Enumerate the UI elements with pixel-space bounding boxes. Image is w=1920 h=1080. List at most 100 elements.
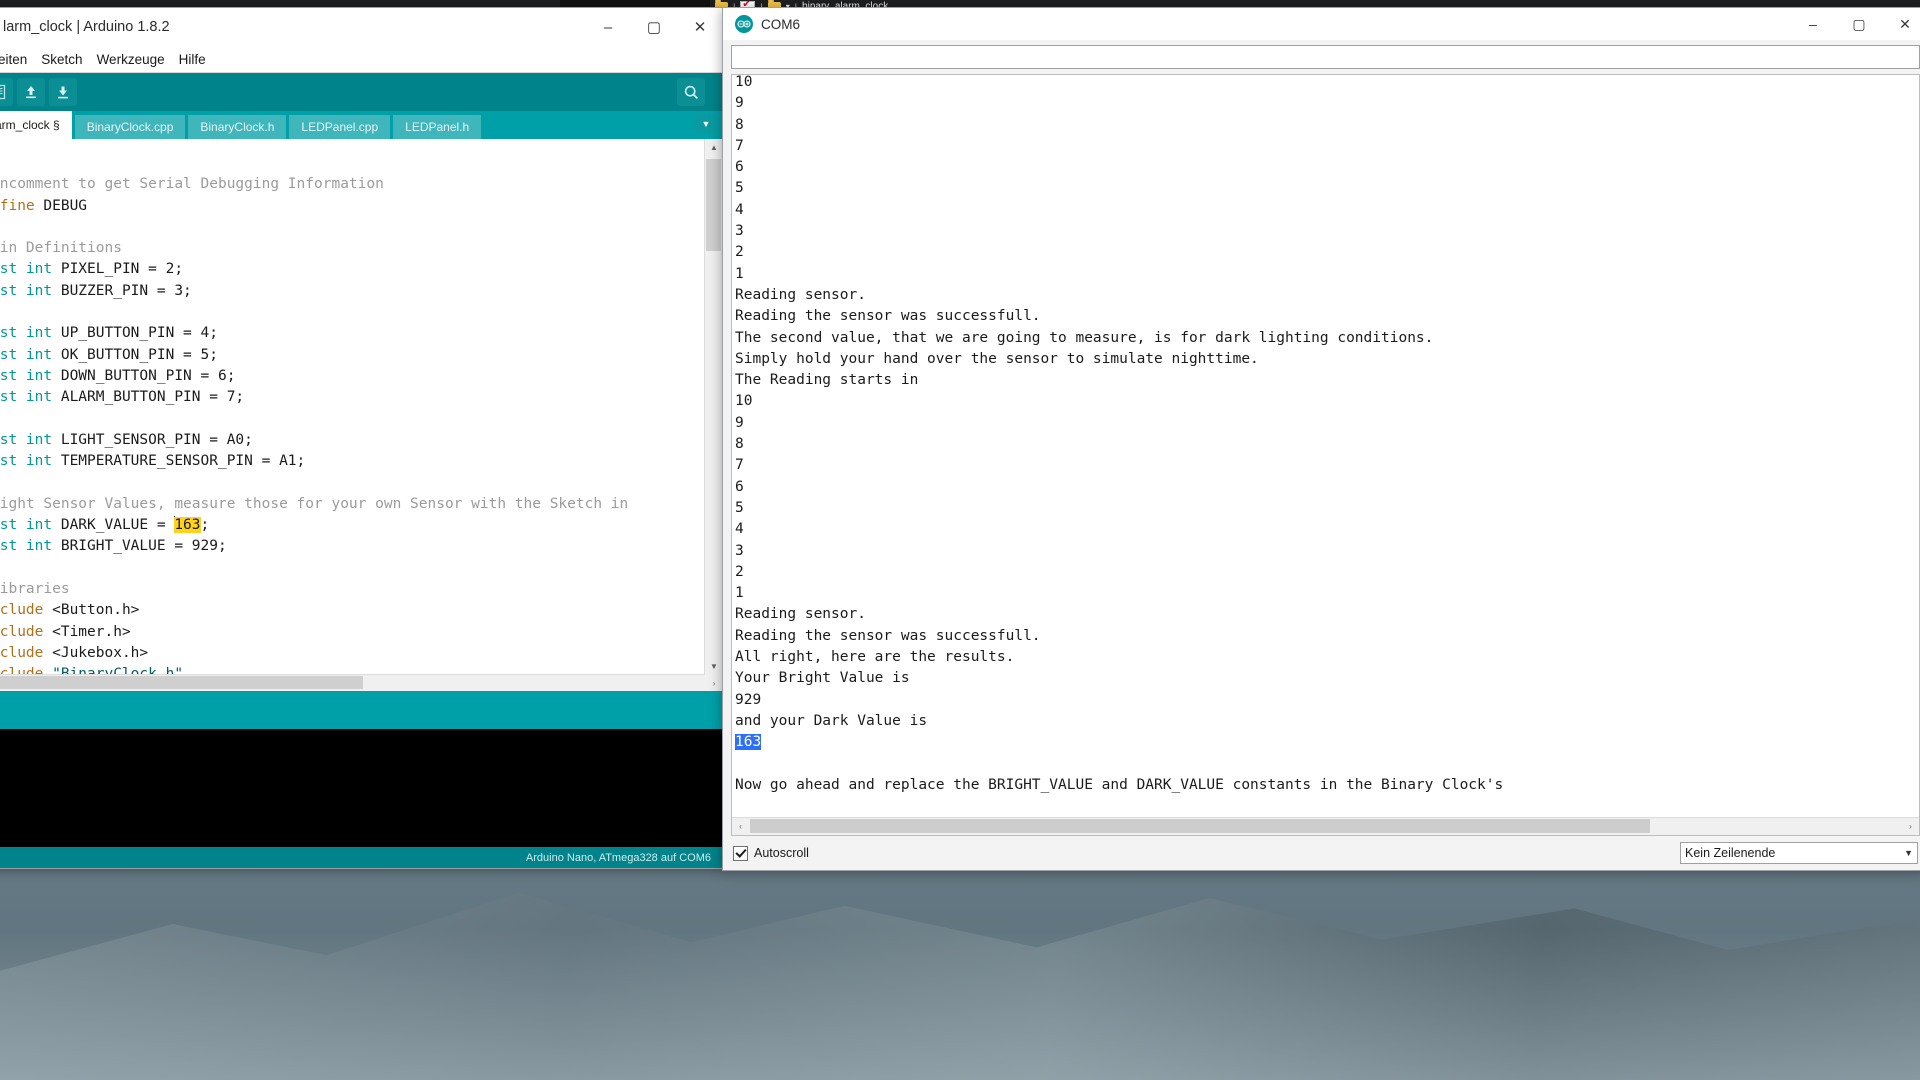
serial-output-line: 5 xyxy=(735,498,1919,519)
code-line: nst int DOWN_BUTTON_PIN = 6; xyxy=(0,366,705,387)
code-token: efine xyxy=(0,197,35,214)
code-token: nst int xyxy=(0,389,53,406)
code-line: nclude <Button.h> xyxy=(0,600,705,621)
serial-output-line: 9 xyxy=(735,93,1919,114)
code-token: LIGHT_SENSOR_PIN = A0; xyxy=(52,431,253,448)
serial-monitor-footer[interactable]: Autoscroll Kein Zeilenende ▼ xyxy=(723,836,1920,870)
serial-text: 3 xyxy=(735,542,744,559)
scroll-right-icon[interactable]: › xyxy=(1902,818,1919,835)
serial-text: 7 xyxy=(735,137,744,154)
code-line: nst int DARK_VALUE = 163; xyxy=(0,515,705,536)
chevron-down-icon[interactable]: ▼ xyxy=(1904,848,1913,858)
code-token: nclude xyxy=(0,623,44,640)
serial-output-line: Simply hold your hand over the sensor to… xyxy=(735,349,1919,370)
serial-output-line: 1 xyxy=(735,583,1919,604)
serial-output-area[interactable]: The Reading starts in 10 9 8 7 6 5 4 3 2 1 Reading … xyxy=(731,74,1920,836)
scroll-left-icon[interactable]: ‹ xyxy=(732,818,749,835)
serial-text: 8 xyxy=(735,116,744,133)
serial-text: and your Dark Value is xyxy=(735,712,928,729)
serial-output-line: 8 xyxy=(735,434,1919,455)
minimize-icon[interactable]: – xyxy=(585,8,631,46)
editor-horizontal-scrollbar[interactable] xyxy=(0,674,705,691)
code-editor[interactable]: Uncomment to get Serial Debugging Inform… xyxy=(0,139,705,675)
serial-text: 10 xyxy=(735,75,753,90)
tab-ledpanel-h[interactable]: LEDPanel.h xyxy=(393,115,482,139)
serial-monitor-window-controls: – ▢ ✕ xyxy=(1790,8,1920,40)
sm-maximize-icon[interactable]: ▢ xyxy=(1836,8,1882,40)
serial-text: The Reading starts in xyxy=(735,372,919,389)
serial-output-line: 9 xyxy=(735,413,1919,434)
ide-tabbar[interactable]: arm_clock § BinaryClock.cpp BinaryClock.… xyxy=(0,111,723,139)
code-token: nst int xyxy=(0,431,53,448)
serial-text: 9 xyxy=(735,414,744,431)
code-line: nst int TEMPERATURE_SENSOR_PIN = A1; xyxy=(0,451,705,472)
line-ending-select[interactable]: Kein Zeilenende ▼ xyxy=(1680,842,1918,864)
menu-item-bearbeiten[interactable]: eiten xyxy=(0,52,34,67)
ide-window-title: larm_clock | Arduino 1.8.2 xyxy=(3,19,170,35)
scroll-down-icon[interactable]: ▼ xyxy=(705,658,723,675)
wallpaper-mist xyxy=(0,930,1920,1080)
maximize-icon[interactable]: ▢ xyxy=(631,8,677,46)
serial-output-line: 6 xyxy=(735,157,1919,178)
serial-monitor-window[interactable]: COM6 – ▢ ✕ The Reading starts in 10 9 8 7 6 5 4… xyxy=(722,7,1920,871)
serial-text: 1 xyxy=(735,265,744,282)
tab-binary-alarm-clock[interactable]: arm_clock § xyxy=(0,111,72,139)
code-token: nst int xyxy=(0,325,53,342)
board-port-status: Arduino Nano, ATmega328 auf COM6 xyxy=(525,851,711,864)
code-line: nst int BUZZER_PIN = 3; xyxy=(0,281,705,302)
serial-horizontal-scrollbar[interactable]: ‹ › xyxy=(732,817,1919,835)
serial-output-line: 929 xyxy=(735,690,1919,711)
serial-output-line: 163 xyxy=(735,732,1919,753)
serial-monitor-titlebar[interactable]: COM6 – ▢ ✕ xyxy=(723,8,1920,40)
serial-hscroll-thumb[interactable] xyxy=(750,819,1650,833)
code-token: DARK_VALUE = xyxy=(52,517,175,534)
close-icon[interactable]: ✕ xyxy=(677,8,723,46)
menu-item-werkzeuge[interactable]: Werkzeuge xyxy=(90,52,172,67)
ide-editor-area[interactable]: Uncomment to get Serial Debugging Inform… xyxy=(0,139,723,691)
code-token: nst int xyxy=(0,538,53,555)
code-token: Pin Definitions xyxy=(0,240,122,257)
editor-vscroll-thumb[interactable] xyxy=(706,159,721,251)
autoscroll-checkbox[interactable]: Autoscroll xyxy=(733,845,809,861)
serial-text: All right, here are the results. xyxy=(735,649,1015,666)
scroll-up-icon[interactable]: ▲ xyxy=(705,139,723,156)
serial-monitor-icon[interactable] xyxy=(677,78,705,106)
code-token: nst int xyxy=(0,282,53,299)
tab-binaryclock-h[interactable]: BinaryClock.h xyxy=(188,115,287,139)
menu-item-sketch[interactable]: Sketch xyxy=(34,52,89,67)
menu-item-hilfe[interactable]: Hilfe xyxy=(172,52,213,67)
serial-text: Reading the sensor was successfull. xyxy=(735,627,1041,644)
ide-menubar[interactable]: eiten Sketch Werkzeuge Hilfe xyxy=(0,47,723,73)
code-line: Light Sensor Values, measure those for y… xyxy=(0,494,705,515)
code-token: UP_BUTTON_PIN = 4; xyxy=(52,325,218,342)
serial-output-line: 4 xyxy=(735,519,1919,540)
serial-input-row[interactable] xyxy=(723,40,1920,74)
serial-send-input[interactable] xyxy=(731,45,1920,69)
ide-titlebar[interactable]: larm_clock | Arduino 1.8.2 – ▢ ✕ xyxy=(0,8,723,47)
tab-ledpanel-cpp[interactable]: LEDPanel.cpp xyxy=(289,115,391,139)
serial-text: 3 xyxy=(735,223,744,240)
arduino-ide-window[interactable]: larm_clock | Arduino 1.8.2 – ▢ ✕ eiten S… xyxy=(0,7,724,869)
code-token: <Button.h> xyxy=(52,602,140,619)
serial-text: 4 xyxy=(735,201,744,218)
download-icon[interactable] xyxy=(49,78,77,106)
sm-minimize-icon[interactable]: – xyxy=(1790,8,1836,40)
serial-output-line: 10 xyxy=(735,75,1919,93)
serial-output-line: 4 xyxy=(735,200,1919,221)
tab-binaryclock-cpp[interactable]: BinaryClock.cpp xyxy=(74,115,186,139)
code-token: <Jukebox.h> xyxy=(52,644,149,661)
autoscroll-checkbox-box[interactable] xyxy=(733,845,748,861)
serial-output-line: 2 xyxy=(735,562,1919,583)
serial-monitor-title: COM6 xyxy=(761,16,801,32)
sm-close-icon[interactable]: ✕ xyxy=(1882,8,1920,40)
upload-icon[interactable] xyxy=(17,78,45,106)
code-token: PIXEL_PIN = 2; xyxy=(52,261,184,278)
editor-hscroll-thumb[interactable] xyxy=(0,676,363,689)
scroll-right-icon[interactable]: › xyxy=(705,675,723,691)
new-sketch-icon[interactable] xyxy=(0,78,13,106)
ide-toolbar[interactable] xyxy=(0,73,723,111)
editor-vertical-scrollbar[interactable]: ▲ ▼ xyxy=(704,139,723,675)
chevron-down-icon[interactable]: ▼ xyxy=(695,114,717,134)
serial-text: 8 xyxy=(735,436,744,453)
